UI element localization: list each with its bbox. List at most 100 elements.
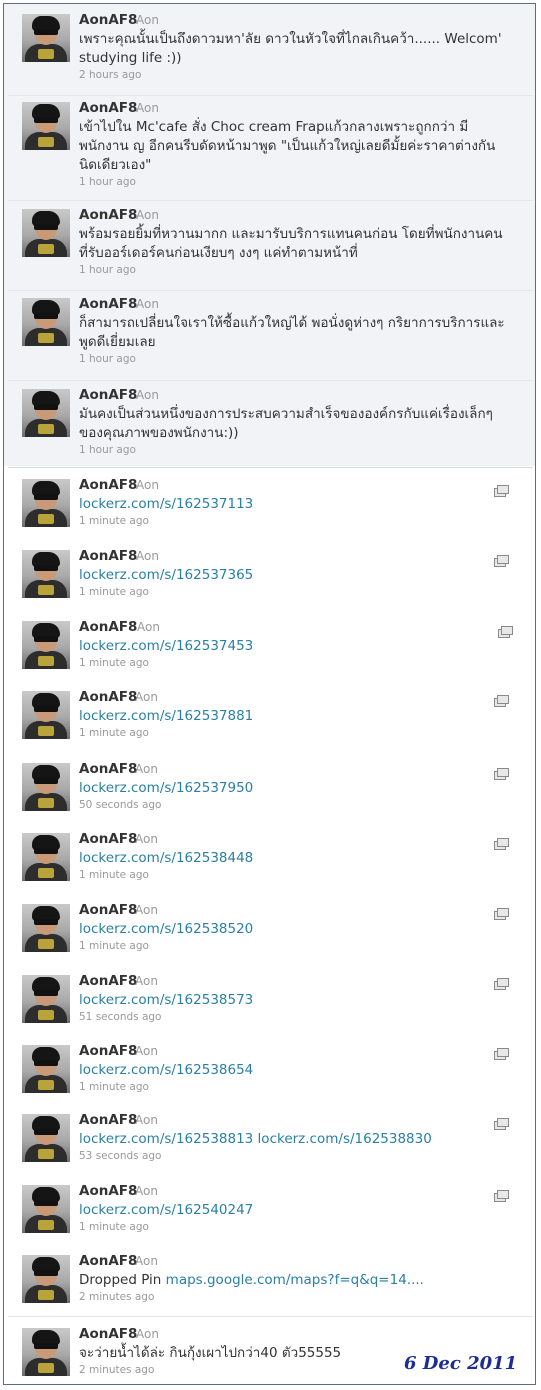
tweet-link[interactable]: lockerz.com/s/162538573 (79, 992, 253, 1008)
tweet-username[interactable]: AonAF8 (79, 973, 137, 989)
user-avatar[interactable] (22, 550, 70, 598)
tweet-link[interactable]: lockerz.com/s/162537453 (79, 638, 253, 654)
tweet-link[interactable]: lockerz.com/s/162537950 (79, 780, 253, 796)
tweet-timestamp[interactable]: 1 minute ago (79, 1081, 149, 1093)
tweet-text-line: เพราะคุณนั้นเป็นถึงดาวมหา'ลัย ดาวในหัวใจ… (79, 31, 502, 47)
media-preview-icon[interactable] (494, 1190, 509, 1202)
user-avatar[interactable] (22, 1328, 70, 1376)
user-avatar[interactable] (22, 1045, 70, 1093)
tweet-username[interactable]: AonAF8 (79, 761, 137, 777)
media-preview-icon[interactable] (494, 838, 509, 850)
tweet-timestamp[interactable]: 1 minute ago (79, 940, 149, 952)
tweet-link[interactable]: lockerz.com/s/162537113 (79, 496, 253, 512)
media-preview-icon[interactable] (494, 1048, 509, 1060)
tweet-timestamp[interactable]: 53 seconds ago (79, 1150, 161, 1162)
tweet-timestamp[interactable]: 1 minute ago (79, 515, 149, 527)
tweet-timestamp[interactable]: 1 hour ago (79, 444, 136, 456)
tweet-text: lockerz.com/s/162538813 lockerz.com/s/16… (79, 1130, 519, 1149)
tweet-username[interactable]: AonAF8 (79, 689, 137, 705)
tweet-timestamp[interactable]: 2 minutes ago (79, 1291, 154, 1303)
media-preview-icon[interactable] (494, 978, 509, 990)
user-avatar[interactable] (22, 904, 70, 952)
tweet-text-line: lockerz.com/s/162538520 (79, 920, 519, 939)
tweet-text-line: lockerz.com/s/162538448 (79, 849, 519, 868)
tweet-text: lockerz.com/s/162537113 (79, 495, 519, 514)
tweet-username[interactable]: AonAF8 (79, 1326, 137, 1342)
tweet-username[interactable]: AonAF8 (79, 387, 137, 403)
user-avatar[interactable] (22, 1255, 70, 1303)
tweet-username[interactable]: AonAF8 (79, 1112, 137, 1128)
media-preview-icon[interactable] (494, 555, 509, 567)
media-preview-icon[interactable] (494, 695, 509, 707)
tweet-timestamp[interactable]: 2 minutes ago (79, 1364, 154, 1376)
tweet-text-line: Dropped Pin maps.google.com/maps?f=q&q=1… (79, 1271, 519, 1290)
media-preview-icon[interactable] (494, 768, 509, 780)
tweet-text-line: lockerz.com/s/162538573 (79, 991, 519, 1010)
tweet-username[interactable]: AonAF8 (79, 207, 137, 223)
tweet-timestamp[interactable]: 1 minute ago (79, 1221, 149, 1233)
user-avatar[interactable] (22, 975, 70, 1023)
media-preview-icon[interactable] (494, 485, 509, 497)
tweet-username[interactable]: AonAF8 (79, 1043, 137, 1059)
tweet-text: lockerz.com/s/162538573 (79, 991, 519, 1010)
tweet-divider (8, 95, 533, 96)
tweet-link[interactable]: maps.google.com/maps?f=q&q=14.... (166, 1272, 424, 1288)
tweet-handle: Aon (136, 1327, 159, 1341)
user-avatar[interactable] (22, 1185, 70, 1233)
user-avatar[interactable] (22, 1114, 70, 1162)
user-avatar[interactable] (22, 691, 70, 739)
tweet-timestamp[interactable]: 1 minute ago (79, 657, 149, 669)
tweet-username[interactable]: AonAF8 (79, 548, 137, 564)
media-preview-icon[interactable] (494, 1118, 509, 1130)
tweet-text: lockerz.com/s/162538654 (79, 1061, 519, 1080)
tweet-timestamp[interactable]: 50 seconds ago (79, 799, 161, 811)
tweet-link[interactable]: lockerz.com/s/162538520 (79, 921, 253, 937)
tweet-handle: Aon (136, 549, 159, 563)
tweet-divider (8, 200, 533, 201)
tweet-username[interactable]: AonAF8 (79, 902, 137, 918)
tweet-text: lockerz.com/s/162537453 (79, 637, 519, 656)
tweet-timestamp[interactable]: 1 minute ago (79, 869, 149, 881)
tweet-timestamp[interactable]: 51 seconds ago (79, 1011, 161, 1023)
tweet-link[interactable]: lockerz.com/s/162540247 (79, 1202, 253, 1218)
tweet-timestamp[interactable]: 1 minute ago (79, 586, 149, 598)
tweet-username[interactable]: AonAF8 (79, 1183, 137, 1199)
tweet-text-line: เข้าไปใน Mc'cafe สั่ง Choc cream Frapแก้… (79, 119, 469, 135)
tweet-text-line: lockerz.com/s/162537950 (79, 779, 519, 798)
user-avatar[interactable] (22, 298, 70, 346)
tweet-timestamp[interactable]: 2 hours ago (79, 69, 141, 81)
tweet-link[interactable]: lockerz.com/s/162537365 (79, 567, 253, 583)
tweet-divider (8, 1316, 533, 1317)
user-avatar[interactable] (22, 833, 70, 881)
tweet-username[interactable]: AonAF8 (79, 100, 137, 116)
user-avatar[interactable] (22, 621, 70, 669)
tweet-handle: Aon (135, 1044, 158, 1058)
user-avatar[interactable] (22, 763, 70, 811)
user-avatar[interactable] (22, 14, 70, 62)
tweet-timestamp[interactable]: 1 hour ago (79, 176, 136, 188)
user-avatar[interactable] (22, 102, 70, 150)
tweet-username[interactable]: AonAF8 (79, 12, 137, 28)
user-avatar[interactable] (22, 479, 70, 527)
tweet-username[interactable]: AonAF8 (79, 619, 137, 635)
tweet-text-line: นิดเดียวเอง" (79, 157, 152, 173)
user-avatar[interactable] (22, 209, 70, 257)
tweet-link[interactable]: lockerz.com/s/162538448 (79, 850, 253, 866)
tweet-username[interactable]: AonAF8 (79, 296, 137, 312)
media-preview-icon[interactable] (494, 908, 509, 920)
tweet-divider (8, 380, 533, 381)
tweet-username[interactable]: AonAF8 (79, 1253, 137, 1269)
tweet-text-line: lockerz.com/s/162537365 (79, 566, 519, 585)
tweet-link[interactable]: lockerz.com/s/162538813 lockerz.com/s/16… (79, 1131, 432, 1147)
media-preview-icon[interactable] (498, 626, 513, 638)
tweet-timestamp[interactable]: 1 hour ago (79, 353, 136, 365)
tweet-text: มันคงเป็นส่วนหนึ่งของการประสบความสำเร็จข… (79, 405, 519, 443)
tweet-link[interactable]: lockerz.com/s/162537881 (79, 708, 253, 724)
tweet-username[interactable]: AonAF8 (79, 831, 137, 847)
tweet-timestamp[interactable]: 1 minute ago (79, 727, 149, 739)
tweet-timestamp[interactable]: 1 hour ago (79, 264, 136, 276)
tweet-text-line: lockerz.com/s/162537881 (79, 707, 519, 726)
tweet-link[interactable]: lockerz.com/s/162538654 (79, 1062, 253, 1078)
tweet-username[interactable]: AonAF8 (79, 477, 137, 493)
user-avatar[interactable] (22, 389, 70, 437)
